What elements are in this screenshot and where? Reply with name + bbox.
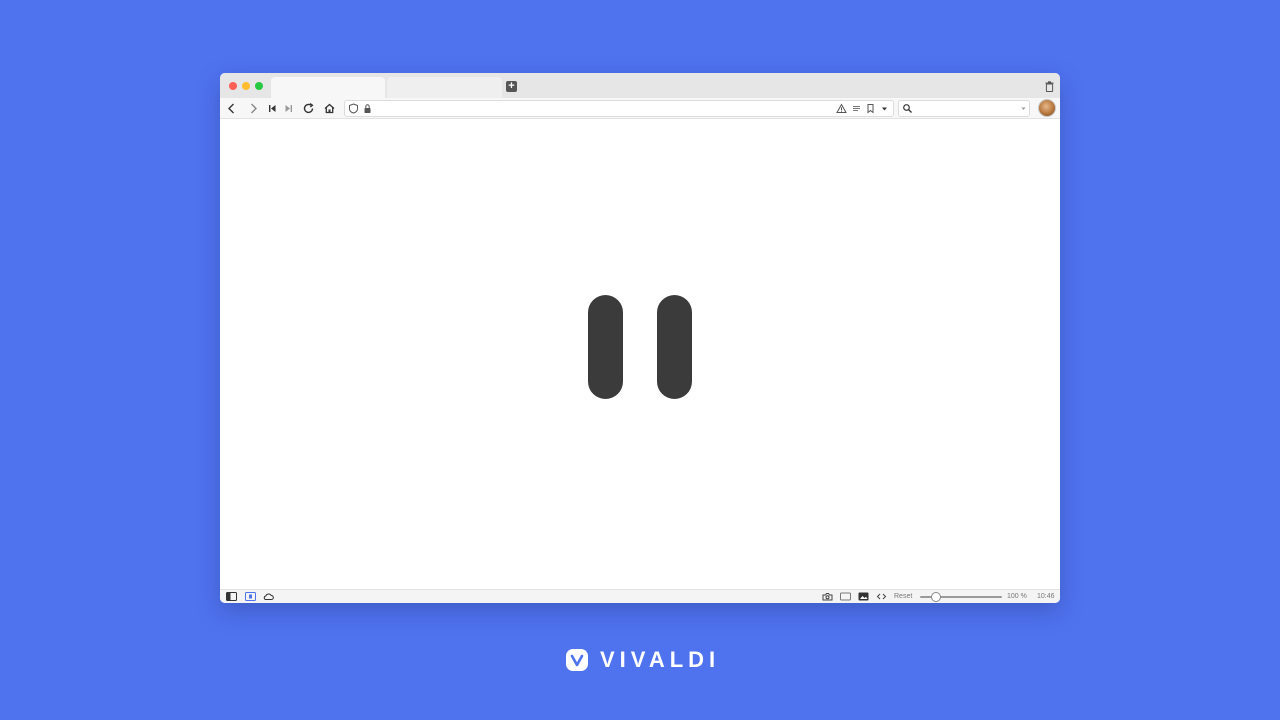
camera-icon[interactable] bbox=[822, 592, 833, 601]
code-icon[interactable] bbox=[876, 592, 887, 601]
home-icon bbox=[324, 103, 335, 114]
browser-window: + Reset 100 % 10:46 bbox=[220, 73, 1060, 603]
reload-button[interactable] bbox=[301, 101, 316, 116]
chevron-left-icon bbox=[228, 103, 234, 114]
fast-forward-icon bbox=[285, 105, 292, 112]
page-content bbox=[220, 119, 1060, 589]
zoom-reset-button[interactable]: Reset bbox=[894, 591, 912, 602]
cloud-sync-icon[interactable] bbox=[263, 592, 274, 601]
reload-icon bbox=[303, 102, 314, 114]
rewind-button[interactable] bbox=[265, 101, 280, 116]
forward-button[interactable] bbox=[246, 101, 261, 116]
image-icon[interactable] bbox=[858, 592, 869, 601]
status-bar: Reset 100 % 10:46 bbox=[220, 589, 1060, 603]
reader-view-icon[interactable] bbox=[851, 103, 862, 114]
search-field[interactable] bbox=[898, 100, 1030, 117]
minimize-window-button[interactable] bbox=[242, 82, 250, 90]
pause-bar-left bbox=[588, 295, 623, 399]
zoom-slider[interactable] bbox=[920, 592, 1002, 602]
chevron-down-icon[interactable] bbox=[1018, 103, 1029, 114]
lock-icon[interactable] bbox=[362, 103, 373, 114]
avatar[interactable] bbox=[1038, 99, 1056, 117]
rewind-icon bbox=[269, 105, 276, 112]
new-tab-button[interactable]: + bbox=[506, 81, 517, 92]
tab-active[interactable] bbox=[271, 77, 385, 98]
warning-icon[interactable] bbox=[836, 103, 847, 114]
url-field[interactable] bbox=[344, 100, 894, 117]
zoom-level: 100 % bbox=[1007, 593, 1027, 600]
zoom-slider-thumb[interactable] bbox=[931, 592, 942, 602]
tab-bar: + bbox=[220, 73, 1060, 98]
url-input[interactable] bbox=[377, 103, 827, 114]
tab-tiling-icon[interactable] bbox=[245, 592, 256, 601]
chevron-right-icon bbox=[251, 103, 257, 114]
brand-name: VIVALDI bbox=[600, 647, 721, 672]
trash-icon[interactable] bbox=[1045, 81, 1054, 92]
page-background: { "browser": { "tabs": [ {"label": "", "… bbox=[0, 0, 1280, 720]
pause-bar-right bbox=[657, 295, 692, 399]
fast-forward-button[interactable] bbox=[281, 101, 296, 116]
clock: 10:46 bbox=[1037, 593, 1055, 600]
back-button[interactable] bbox=[224, 101, 239, 116]
window-icon[interactable] bbox=[840, 592, 851, 601]
bookmark-icon[interactable] bbox=[865, 103, 876, 114]
search-input[interactable] bbox=[919, 103, 1015, 114]
home-button[interactable] bbox=[322, 101, 337, 116]
search-icon[interactable] bbox=[902, 103, 913, 114]
panel-toggle-icon[interactable] bbox=[226, 592, 237, 601]
vivaldi-logo-icon bbox=[566, 649, 588, 671]
shield-icon[interactable] bbox=[348, 103, 359, 114]
close-window-button[interactable] bbox=[229, 82, 237, 90]
chevron-down-icon[interactable] bbox=[879, 103, 890, 114]
address-toolbar bbox=[220, 98, 1060, 119]
tab-inactive[interactable] bbox=[387, 77, 502, 98]
brand-logo-lockup: VIVALDI bbox=[565, 647, 720, 673]
maximize-window-button[interactable] bbox=[255, 82, 263, 90]
